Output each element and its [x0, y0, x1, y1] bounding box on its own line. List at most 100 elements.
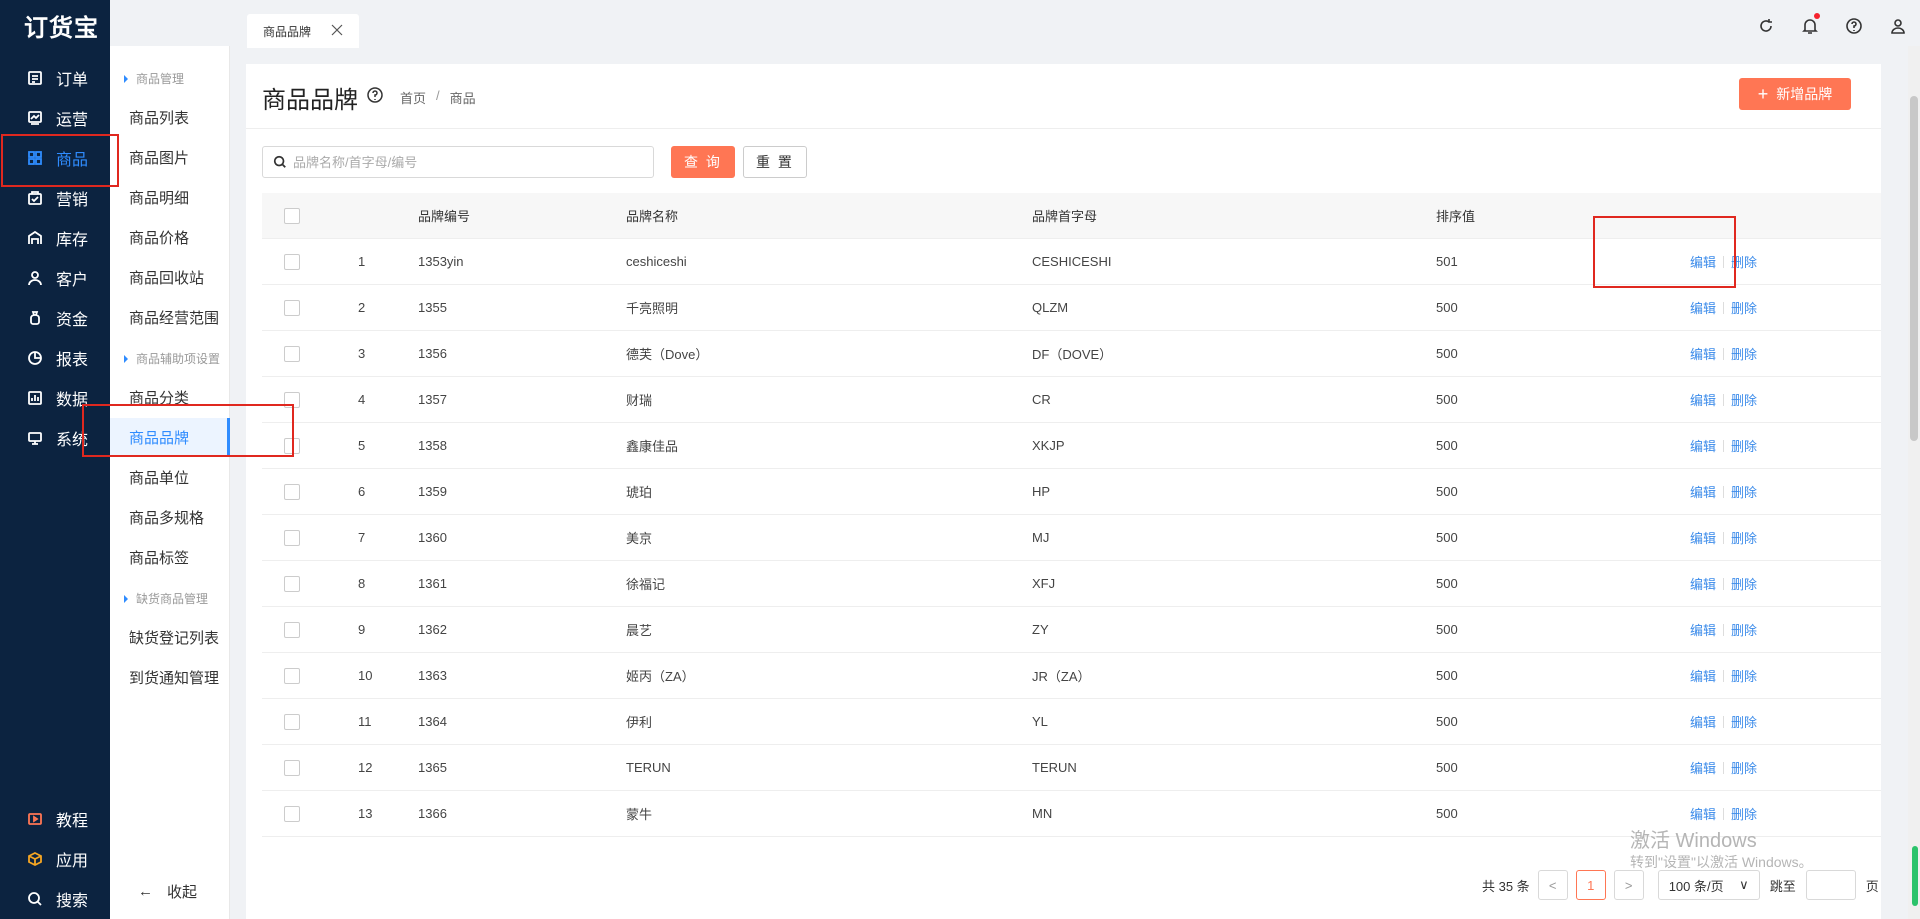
edit-link[interactable]: 编辑 [1690, 344, 1716, 363]
page-size-select[interactable]: 100 条/页 ∨ [1657, 870, 1760, 900]
edit-link[interactable]: 编辑 [1690, 620, 1716, 639]
nav-item-funds[interactable]: 资金 [0, 298, 110, 338]
row-checkbox[interactable] [284, 576, 300, 592]
search-input[interactable] [293, 154, 633, 170]
sort-value: 501 [1436, 254, 1458, 269]
row-checkbox[interactable] [284, 760, 300, 776]
submenu-item[interactable]: 商品分类 [110, 378, 230, 416]
row-checkbox[interactable] [284, 438, 300, 454]
nav-item-system[interactable]: 系统 [0, 418, 110, 458]
submenu-item[interactable]: 缺货登记列表 [110, 618, 230, 656]
delete-link[interactable]: 删除 [1731, 252, 1757, 271]
submenu-item[interactable]: 商品价格 [110, 218, 230, 256]
operation-icon [26, 109, 44, 127]
submenu-item[interactable]: 商品列表 [110, 98, 230, 136]
close-icon[interactable] [329, 22, 345, 38]
tab-brand[interactable]: 商品品牌 [247, 14, 359, 48]
breadcrumb-home[interactable]: 首页 [400, 88, 426, 107]
divider [1723, 715, 1725, 728]
scrollbar[interactable] [1908, 46, 1920, 919]
table-row: 3 1356 德芙（Dove） DF（DOVE） 500 编辑 删除 [262, 331, 1881, 377]
page-number[interactable]: 1 [1575, 870, 1606, 900]
submenu-item[interactable]: 商品明细 [110, 178, 230, 216]
row-checkbox[interactable] [284, 714, 300, 730]
reset-button[interactable]: 重 置 [743, 146, 807, 178]
edit-link[interactable]: 编辑 [1690, 804, 1716, 823]
bell-icon[interactable] [1788, 13, 1832, 38]
nav-item-report[interactable]: 报表 [0, 338, 110, 378]
brand-letter: CR [1032, 392, 1051, 407]
arrow-left-icon: ← [138, 883, 153, 900]
row-checkbox[interactable] [284, 530, 300, 546]
select-all-checkbox[interactable] [284, 208, 300, 224]
nav-item-data[interactable]: 数据 [0, 378, 110, 418]
collapse-button[interactable]: ← 收起 [138, 881, 197, 902]
row-checkbox[interactable] [284, 484, 300, 500]
add-brand-button[interactable]: + 新增品牌 [1739, 78, 1851, 110]
nav-item-order[interactable]: 订单 [0, 58, 110, 98]
brand-table: 品牌编号 品牌名称 品牌首字母 排序值 1 1353yin ceshiceshi CE… [262, 193, 1881, 837]
delete-link[interactable]: 删除 [1731, 712, 1757, 731]
delete-link[interactable]: 删除 [1731, 436, 1757, 455]
edit-link[interactable]: 编辑 [1690, 574, 1716, 593]
edit-link[interactable]: 编辑 [1690, 252, 1716, 271]
row-checkbox[interactable] [284, 668, 300, 684]
brand-code: 1359 [418, 484, 447, 499]
user-icon[interactable] [1876, 14, 1920, 38]
submenu-item[interactable]: 商品回收站 [110, 258, 230, 296]
question-icon[interactable] [366, 86, 384, 104]
row-checkbox[interactable] [284, 392, 300, 408]
row-checkbox[interactable] [284, 622, 300, 638]
submenu-item[interactable]: 商品多规格 [110, 498, 230, 536]
nav-item-apps[interactable]: 应用 [0, 839, 110, 879]
nav-item-tutorial[interactable]: 教程 [0, 799, 110, 839]
submenu-group: 商品管理 [124, 70, 184, 87]
help-icon[interactable] [1832, 14, 1876, 38]
edit-link[interactable]: 编辑 [1690, 712, 1716, 731]
row-checkbox[interactable] [284, 806, 300, 822]
edit-link[interactable]: 编辑 [1690, 390, 1716, 409]
query-button[interactable]: 查 询 [671, 146, 735, 178]
nav-item-marketing[interactable]: 营销 [0, 178, 110, 218]
submenu-item[interactable]: 商品单位 [110, 458, 230, 496]
submenu-item[interactable]: 商品标签 [110, 538, 230, 576]
row-checkbox[interactable] [284, 254, 300, 270]
product-grid-icon [26, 149, 44, 167]
prev-page-button[interactable]: < [1537, 870, 1568, 900]
nav-item-operation[interactable]: 运营 [0, 98, 110, 138]
delete-link[interactable]: 删除 [1731, 482, 1757, 501]
delete-link[interactable]: 删除 [1731, 390, 1757, 409]
jump-page-input[interactable] [1805, 870, 1856, 900]
nav-item-customer[interactable]: 客户 [0, 258, 110, 298]
delete-link[interactable]: 删除 [1731, 666, 1757, 685]
delete-link[interactable]: 删除 [1731, 298, 1757, 317]
nav-item-product[interactable]: 商品 [0, 138, 110, 178]
delete-link[interactable]: 删除 [1731, 804, 1757, 823]
submenu-item[interactable]: 商品图片 [110, 138, 230, 176]
edit-link[interactable]: 编辑 [1690, 528, 1716, 547]
edit-link[interactable]: 编辑 [1690, 666, 1716, 685]
row-checkbox[interactable] [284, 300, 300, 316]
search-box[interactable] [262, 146, 654, 178]
row-checkbox[interactable] [284, 346, 300, 362]
search-icon [273, 155, 286, 168]
edit-link[interactable]: 编辑 [1690, 758, 1716, 777]
edit-link[interactable]: 编辑 [1690, 482, 1716, 501]
submenu-item[interactable]: 到货通知管理 [110, 658, 230, 696]
nav-item-inventory[interactable]: 库存 [0, 218, 110, 258]
delete-link[interactable]: 删除 [1731, 574, 1757, 593]
row-actions: 编辑 删除 [1690, 436, 1757, 455]
next-page-button[interactable]: > [1613, 870, 1644, 900]
submenu-item[interactable]: 商品经营范围 [110, 298, 230, 336]
nav-item-search[interactable]: 搜索 [0, 879, 110, 919]
scrollbar-thumb[interactable] [1910, 96, 1918, 441]
delete-link[interactable]: 删除 [1731, 344, 1757, 363]
refresh-icon[interactable] [1744, 14, 1788, 38]
delete-link[interactable]: 删除 [1731, 758, 1757, 777]
delete-link[interactable]: 删除 [1731, 528, 1757, 547]
delete-link[interactable]: 删除 [1731, 620, 1757, 639]
edit-link[interactable]: 编辑 [1690, 298, 1716, 317]
submenu-item-brand[interactable]: 商品品牌 [110, 418, 230, 456]
edit-link[interactable]: 编辑 [1690, 436, 1716, 455]
pagination: 共 35 条 < 1 > 100 条/页 ∨ 跳至 页 [1482, 870, 1879, 900]
